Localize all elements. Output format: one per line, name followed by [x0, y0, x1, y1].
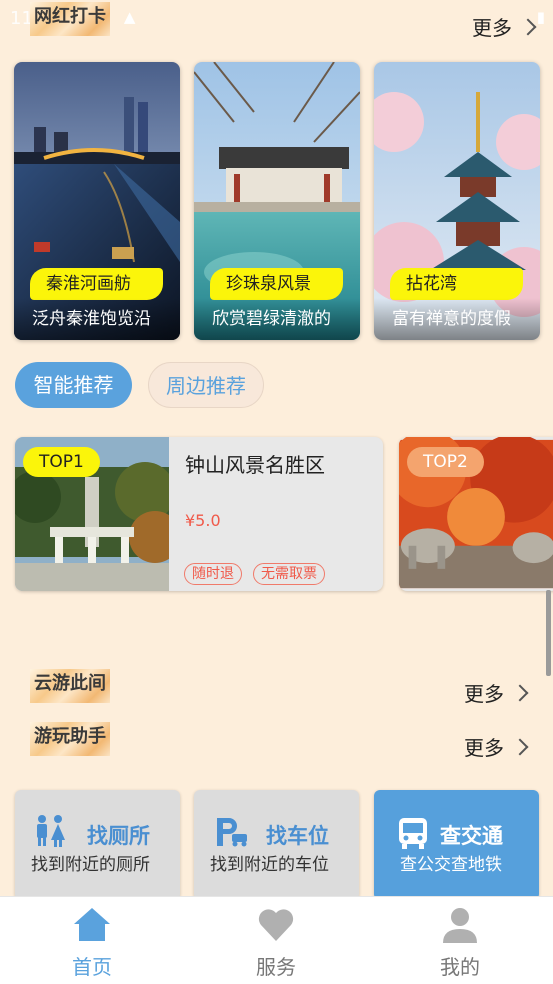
rec-title: 钟山风景名胜区	[185, 453, 325, 477]
spot-name: 拈花湾	[390, 268, 523, 300]
rank-badge: TOP1	[23, 447, 100, 477]
cloud-tour-title: 云游此间	[30, 669, 110, 703]
find-parking-card[interactable]: 找车位 找到附近的车位	[194, 790, 359, 900]
spot-desc: 泛舟秦淮饱览沿	[14, 298, 180, 340]
tool-title: 找厕所	[87, 824, 150, 848]
tab-label: 服务	[256, 955, 296, 979]
recommendation-card[interactable]: TOP1 钟山风景名胜区 ¥5.0 随时退 无需取票	[15, 437, 383, 591]
tool-sub: 找到附近的厕所	[31, 855, 150, 875]
bus-icon	[399, 818, 427, 849]
tool-sub: 查公交查地铁	[400, 855, 502, 875]
chevron-right-icon	[511, 684, 529, 702]
tab-label: 首页	[72, 955, 112, 979]
tab-smart-recommend[interactable]: 智能推荐	[15, 362, 132, 408]
scrollbar[interactable]	[546, 590, 551, 676]
spot-card-qinhuai[interactable]: 秦淮河画舫 泛舟秦淮饱览沿	[14, 62, 180, 340]
find-restroom-card[interactable]: 找厕所 找到附近的厕所	[15, 790, 180, 900]
more-label: 更多	[464, 682, 504, 706]
tag-no-ticket: 无需取票	[253, 563, 325, 585]
tab-nearby-recommend[interactable]: 周边推荐	[148, 362, 264, 408]
check-transit-card[interactable]: 查交通 查公交查地铁	[374, 790, 539, 900]
tab-label: 我的	[440, 955, 480, 979]
more-label: 更多	[472, 16, 512, 40]
rec-price: ¥5.0	[185, 511, 221, 530]
spot-card-nianhuawan[interactable]: 拈花湾 富有禅意的度假	[374, 62, 540, 340]
spot-desc: 富有禅意的度假	[374, 298, 540, 340]
chevron-right-icon	[519, 18, 537, 36]
helper-more-button[interactable]: 更多	[464, 732, 529, 761]
hot-spots-more-button[interactable]: 更多	[472, 12, 537, 41]
more-label: 更多	[464, 736, 504, 760]
tool-title: 找车位	[266, 824, 329, 848]
helper-title: 游玩助手	[30, 722, 110, 756]
spot-name: 秦淮河画舫	[30, 268, 163, 300]
tag-refund: 随时退	[184, 563, 242, 585]
chevron-right-icon	[511, 738, 529, 756]
user-icon	[443, 908, 477, 943]
battery-icon: ▮	[536, 8, 545, 26]
bottom-tab-bar: 首页 服务 我的	[0, 896, 553, 984]
tab-home[interactable]: 首页	[0, 897, 184, 984]
cloud-tour-more-button[interactable]: 更多	[464, 678, 529, 707]
spot-desc: 欣赏碧绿清澈的	[194, 298, 360, 340]
tab-mine[interactable]: 我的	[368, 897, 552, 984]
home-icon	[74, 908, 110, 941]
spot-card-zhenzhuquan[interactable]: 珍珠泉风景 欣赏碧绿清澈的	[194, 62, 360, 340]
parking-icon	[217, 818, 247, 847]
tool-title: 查交通	[440, 824, 503, 848]
restroom-icon	[37, 815, 65, 847]
hot-spots-title: 网红打卡	[30, 2, 110, 36]
rank-badge: TOP2	[407, 447, 484, 477]
tool-sub: 找到附近的车位	[210, 855, 329, 875]
heart-icon	[258, 909, 294, 941]
spot-name: 珍珠泉风景	[210, 268, 343, 300]
tab-service[interactable]: 服务	[184, 897, 368, 984]
recommendation-card[interactable]: TOP2	[399, 437, 553, 591]
